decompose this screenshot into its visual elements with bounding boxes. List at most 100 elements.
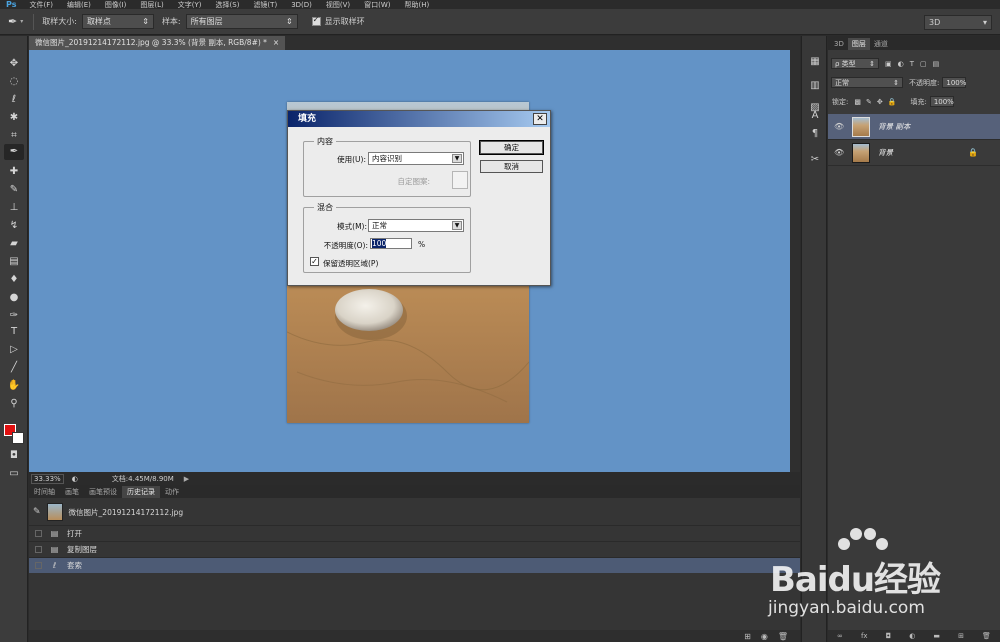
menu-view[interactable]: 视图(V)	[319, 0, 357, 9]
show-ring-checkbox[interactable]	[311, 15, 321, 26]
menu-edit[interactable]: 编辑(E)	[60, 0, 98, 9]
brush-tool-icon[interactable]: ✎	[4, 182, 24, 198]
dialog-title: 填充	[298, 114, 317, 124]
filter-shape-icon[interactable]: ▢	[920, 60, 927, 68]
history-source-checkbox[interactable]	[35, 530, 42, 537]
menu-3d[interactable]: 3D(D)	[284, 1, 319, 9]
menu-layer[interactable]: 图层(L)	[133, 0, 170, 9]
lasso-tool-icon[interactable]: ℓ	[4, 92, 24, 108]
menu-type[interactable]: 文字(Y)	[171, 0, 209, 9]
lock-position-icon[interactable]: ✥	[877, 98, 883, 106]
screen-mode-icon[interactable]: ▭	[4, 466, 24, 482]
filter-adjustment-icon[interactable]: ◐	[898, 60, 904, 68]
layer-name: 背景 副本	[878, 122, 911, 131]
layer-row-selected[interactable]: 👁 背景 副本	[828, 114, 1000, 140]
zoom-level[interactable]: 33.33%	[31, 473, 64, 484]
line-tool-icon[interactable]: ╱	[4, 360, 24, 376]
custom-pattern-label: 自定图案:	[397, 177, 430, 186]
tab-actions[interactable]: 动作	[160, 486, 184, 498]
layer-filter-select[interactable]: ρ 类型 ⇕	[831, 58, 879, 69]
sample-size-value: 取样点	[86, 17, 111, 26]
menu-filter[interactable]: 滤镜(T)	[246, 0, 284, 9]
pen-tool-icon[interactable]: ✑	[4, 308, 24, 324]
tool-presets-icon[interactable]: ✂	[807, 152, 823, 168]
menu-file[interactable]: 文件(F)	[22, 0, 60, 9]
eye-icon[interactable]: 👁	[834, 122, 844, 131]
tool-preset-chevron-icon[interactable]: ▾	[20, 18, 23, 25]
dialog-title-bar[interactable]: 填充 ✕	[288, 111, 550, 127]
history-step[interactable]: ▤ 打开	[29, 525, 800, 541]
status-menu-arrow-icon[interactable]: ▶	[184, 475, 189, 483]
close-icon[interactable]: ✕	[533, 113, 547, 125]
blur-tool-icon[interactable]: ♦	[4, 272, 24, 288]
history-step[interactable]: ▤ 复制图层	[29, 541, 800, 557]
eraser-tool-icon[interactable]: ▰	[4, 236, 24, 252]
sample-size-select[interactable]: 取样点 ⇕	[81, 14, 154, 29]
menu-image[interactable]: 图像(I)	[98, 0, 134, 9]
status-info-icon[interactable]: ◐	[72, 475, 78, 483]
lock-transparent-icon[interactable]: ▩	[854, 98, 861, 106]
sample-select[interactable]: 所有图层 ⇕	[185, 14, 298, 29]
filter-type-icon[interactable]: T	[910, 60, 914, 68]
filter-smart-object-icon[interactable]: ▤	[933, 60, 940, 68]
eyedropper-tool-icon[interactable]: ✒	[4, 144, 24, 160]
marquee-tool-icon[interactable]: ◌	[4, 74, 24, 90]
use-select[interactable]: 内容识别 ▼	[368, 152, 464, 165]
document-tab[interactable]: 微信图片_20191214172112.jpg @ 33.3% (背景 副本, …	[29, 36, 286, 50]
history-snapshot[interactable]: ✎ 微信图片_20191214172112.jpg	[29, 499, 800, 525]
history-step-selected[interactable]: ℓ 套索	[29, 557, 800, 573]
workspace-select[interactable]: 3D ▾	[924, 15, 992, 30]
lock-fill-row: 锁定: ▩ ✎ ✥ 🔒 填充: 100%	[828, 96, 1000, 107]
fill-field[interactable]: 100%	[929, 96, 954, 107]
dodge-tool-icon[interactable]: ●	[4, 290, 24, 306]
filter-image-icon[interactable]: ▣	[885, 60, 892, 68]
menu-help[interactable]: 帮助(H)	[398, 0, 437, 9]
zoom-tool-icon[interactable]: ⚲	[4, 396, 24, 412]
canvas-vertical-scrollbar[interactable]	[790, 50, 800, 472]
history-panel-icon[interactable]: ▦	[807, 54, 823, 70]
history-source-checkbox[interactable]	[35, 562, 42, 569]
layer-row[interactable]: 👁 背景 🔒	[828, 140, 1000, 166]
tab-timeline[interactable]: 时间轴	[29, 486, 60, 498]
crop-tool-icon[interactable]: ⌗	[4, 128, 24, 144]
new-document-from-state-icon[interactable]: ⊞	[744, 632, 751, 641]
menu-select[interactable]: 选择(S)	[209, 0, 247, 9]
eyedropper-icon[interactable]: ✒	[8, 15, 17, 28]
preserve-transparency-checkbox[interactable]: ✓	[310, 257, 319, 266]
lock-all-icon[interactable]: 🔒	[888, 98, 897, 106]
properties-icon[interactable]: ▥	[807, 78, 823, 94]
tab-layers[interactable]: 图层	[847, 38, 870, 50]
paragraph-icon[interactable]: ¶	[807, 126, 823, 142]
tab-3d[interactable]: 3D	[830, 38, 848, 50]
history-source-checkbox[interactable]	[35, 546, 42, 553]
history-step-label: 打开	[67, 529, 82, 538]
lock-pixels-icon[interactable]: ✎	[866, 98, 872, 106]
path-select-tool-icon[interactable]: ▷	[4, 342, 24, 358]
tab-channels[interactable]: 通道	[870, 38, 892, 50]
hand-tool-icon[interactable]: ✋	[4, 378, 24, 394]
move-tool-icon[interactable]: ✥	[4, 56, 24, 72]
blend-mode-select[interactable]: 正常 ⇕	[831, 77, 903, 88]
character-icon[interactable]: A	[807, 108, 823, 124]
opacity-input[interactable]: 100	[370, 238, 412, 249]
tab-brush-presets[interactable]: 画笔预设	[84, 486, 122, 498]
quick-select-tool-icon[interactable]: ✱	[4, 110, 24, 126]
history-brush-source-icon[interactable]: ✎	[33, 507, 41, 517]
gradient-tool-icon[interactable]: ▤	[4, 254, 24, 270]
show-ring-label: 显示取样环	[324, 17, 365, 26]
tab-brush[interactable]: 画笔	[60, 486, 84, 498]
ok-button[interactable]: 确定	[479, 140, 544, 155]
history-brush-tool-icon[interactable]: ↯	[4, 218, 24, 234]
tab-history[interactable]: 历史记录	[122, 486, 160, 498]
eye-icon[interactable]: 👁	[834, 148, 844, 157]
mode-select[interactable]: 正常 ▼	[368, 219, 464, 232]
background-color-swatch[interactable]	[12, 432, 24, 444]
healing-tool-icon[interactable]: ✚	[4, 164, 24, 180]
opacity-field[interactable]: 100%	[942, 77, 966, 88]
quick-mask-icon[interactable]: ◘	[4, 448, 24, 464]
close-icon[interactable]: ×	[273, 36, 279, 50]
cancel-button[interactable]: 取消	[480, 160, 543, 173]
stamp-tool-icon[interactable]: ⊥	[4, 200, 24, 216]
type-tool-icon[interactable]: T	[4, 324, 24, 340]
menu-window[interactable]: 窗口(W)	[357, 0, 397, 9]
